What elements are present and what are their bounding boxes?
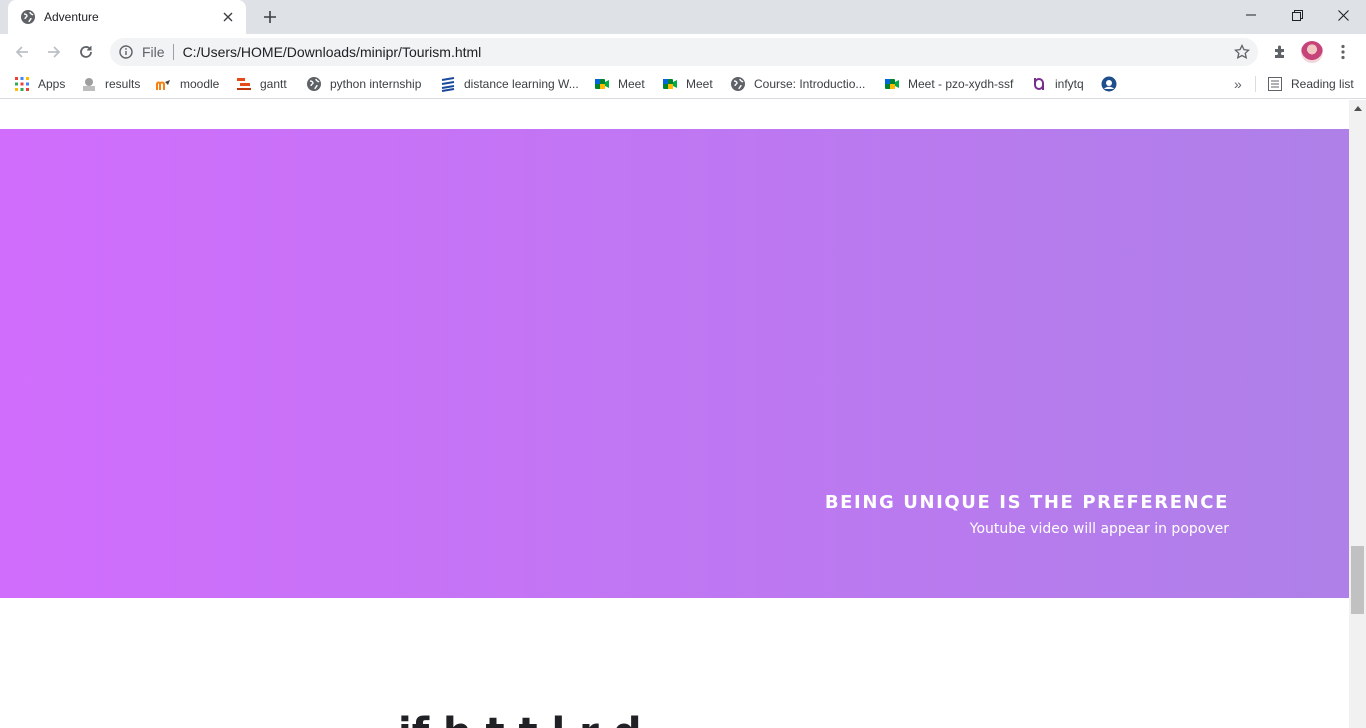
bookmark-label: distance learning W... <box>464 77 579 91</box>
scroll-up-arrow-icon[interactable] <box>1349 100 1366 117</box>
url-scheme: File <box>142 44 165 60</box>
google-meet-icon <box>884 76 900 92</box>
menu-kebab-icon[interactable] <box>1331 40 1355 64</box>
bookmark-label: Course: Introductio... <box>754 77 866 91</box>
bookmark-label: infytq <box>1055 77 1084 91</box>
blue-circle-site-icon <box>1101 76 1117 92</box>
omnibox-divider <box>172 44 174 60</box>
info-icon[interactable] <box>118 44 134 60</box>
google-meet-icon <box>594 76 610 92</box>
gantt-icon <box>236 76 252 92</box>
bookmark-infytq[interactable]: infytq <box>1031 74 1084 94</box>
overflow-chevrons-icon: » <box>1234 76 1242 92</box>
bookmark-label: Meet <box>686 77 713 91</box>
reload-button[interactable] <box>74 40 98 64</box>
bookmark-label: Meet - pzo-xydh-ssf <box>908 77 1014 91</box>
infytq-icon <box>1031 76 1047 92</box>
reading-list-label: Reading list <box>1291 77 1354 91</box>
avatar <box>1301 41 1323 63</box>
bookmark-distance-learning[interactable]: distance learning W... <box>440 74 579 94</box>
new-tab-button[interactable] <box>258 5 282 29</box>
page-viewport: BEING UNIQUE IS THE PREFERENCE Youtube v… <box>0 100 1349 728</box>
bookmark-label: results <box>105 77 141 91</box>
close-tab-icon[interactable] <box>220 9 236 25</box>
bookmark-label: Meet <box>618 77 645 91</box>
bookmark-moodle[interactable]: moodle <box>156 74 219 94</box>
bookmark-unnamed[interactable] <box>1101 74 1125 94</box>
stack-icon <box>440 76 456 92</box>
bookmark-label: python internship <box>330 77 422 91</box>
bookmark-label: Apps <box>38 77 66 91</box>
reading-list-icon <box>1267 76 1283 92</box>
bookmark-label: moodle <box>180 77 220 91</box>
page-scrollbar[interactable] <box>1349 100 1366 728</box>
apps-grid-icon <box>14 76 30 92</box>
bookmark-meet-2[interactable]: Meet <box>662 74 713 94</box>
tab-strip: Adventure <box>0 0 1366 34</box>
bookmarks-divider <box>1255 76 1256 92</box>
globe-icon <box>20 9 36 25</box>
url-text[interactable]: C:/Users/HOME/Downloads/minipr/Tourism.h… <box>183 44 482 60</box>
video-hero-section[interactable]: BEING UNIQUE IS THE PREFERENCE Youtube v… <box>0 129 1349 598</box>
extensions-icon[interactable] <box>1268 40 1292 64</box>
scrollbar-thumb[interactable] <box>1351 546 1364 614</box>
active-tab[interactable]: Adventure <box>8 0 246 34</box>
google-meet-icon <box>662 76 678 92</box>
next-section-heading: if h t t l r d <box>398 710 641 728</box>
tab-title: Adventure <box>44 10 99 24</box>
close-window-button[interactable] <box>1320 0 1366 30</box>
bookmark-python-internship[interactable]: python internship <box>306 74 421 94</box>
reading-list-button[interactable]: Reading list <box>1267 74 1354 94</box>
bookmark-apps[interactable]: Apps <box>14 74 65 94</box>
hero-subtitle: Youtube video will appear in popover <box>969 521 1229 537</box>
bookmarks-overflow-button[interactable]: » <box>1234 74 1242 94</box>
globe-icon <box>306 76 322 92</box>
back-button[interactable] <box>10 40 34 64</box>
forward-button[interactable] <box>42 40 66 64</box>
bookmark-meet-1[interactable]: Meet <box>594 74 645 94</box>
bookmark-star-icon[interactable] <box>1234 44 1250 60</box>
bookmark-results[interactable]: results <box>81 74 140 94</box>
hero-title: BEING UNIQUE IS THE PREFERENCE <box>824 492 1229 513</box>
bookmarks-bar: Apps results moodle gantt python interns… <box>0 70 1366 99</box>
profile-avatar[interactable] <box>1300 40 1324 64</box>
bookmark-meet-pzo[interactable]: Meet - pzo-xydh-ssf <box>884 74 1013 94</box>
results-site-icon <box>81 76 97 92</box>
moodle-icon <box>156 76 172 92</box>
address-bar[interactable]: File C:/Users/HOME/Downloads/minipr/Tour… <box>110 38 1258 66</box>
globe-icon <box>730 76 746 92</box>
browser-toolbar: File C:/Users/HOME/Downloads/minipr/Tour… <box>0 34 1366 70</box>
restore-button[interactable] <box>1274 0 1320 30</box>
bookmark-label: gantt <box>260 77 287 91</box>
bookmark-course-introduction[interactable]: Course: Introductio... <box>730 74 865 94</box>
minimize-button[interactable] <box>1228 0 1274 30</box>
bookmark-gantt[interactable]: gantt <box>236 74 287 94</box>
